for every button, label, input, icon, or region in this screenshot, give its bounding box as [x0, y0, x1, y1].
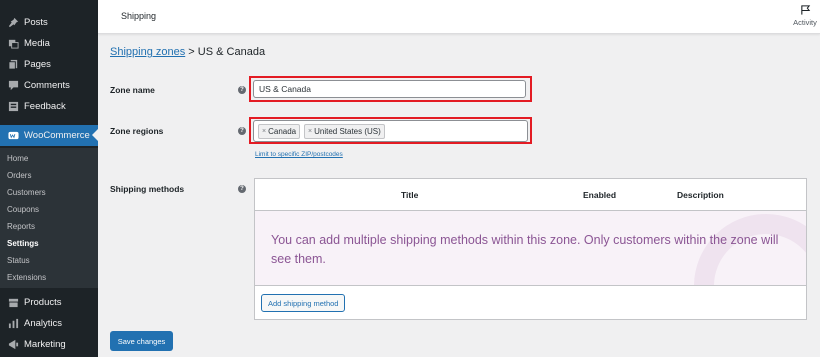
pages-icon: [2, 59, 24, 70]
page-header: Shipping Activity: [98, 0, 820, 34]
empty-state: You can add multiple shipping methods wi…: [255, 211, 806, 286]
sidebar-item-label: Posts: [24, 17, 48, 28]
sidebar-item-label: Feedback: [24, 101, 66, 112]
sidebar-item-feedback[interactable]: Feedback: [0, 96, 98, 117]
add-shipping-method-button[interactable]: Add shipping method: [261, 294, 346, 312]
sidebar-item-label: Comments: [24, 80, 70, 91]
sidebar-item-pages[interactable]: Pages: [0, 54, 98, 75]
page-title: Shipping: [121, 11, 157, 21]
region-chip-label: Canada: [268, 127, 297, 136]
media-icon: [2, 38, 24, 49]
breadcrumb-shipping-zones-link[interactable]: Shipping zones: [110, 46, 185, 58]
submenu-item-settings[interactable]: Settings: [7, 239, 39, 248]
activity-label: Activity: [793, 18, 817, 27]
column-title: Title: [401, 190, 419, 200]
sidebar-item-media[interactable]: Media: [0, 33, 98, 54]
sidebar-item-label: Media: [24, 38, 50, 49]
zone-regions-select[interactable]: × Canada × United States (US): [253, 120, 528, 142]
sidebar-item-label: Products: [24, 297, 62, 308]
submenu-item-coupons[interactable]: Coupons: [7, 205, 39, 214]
empty-state-message: You can add multiple shipping methods wi…: [271, 233, 779, 266]
breadcrumb: Shipping zones > US & Canada: [110, 46, 265, 58]
marketing-icon: [2, 339, 24, 350]
activity-button[interactable]: Activity: [790, 4, 820, 27]
sidebar-item-woocommerce[interactable]: WooCommerce: [0, 125, 98, 146]
zone-name-label: Zone name: [110, 85, 155, 95]
sidebar-item-posts[interactable]: Posts: [0, 12, 98, 33]
limit-zip-postcodes-link[interactable]: Limit to specific ZIP/postcodes: [255, 151, 343, 158]
sidebar-item-comments[interactable]: Comments: [0, 75, 98, 96]
submenu-item-extensions[interactable]: Extensions: [7, 273, 46, 282]
submenu-item-home[interactable]: Home: [7, 154, 28, 163]
table-header: Title Enabled Description: [255, 179, 806, 211]
breadcrumb-separator: >: [188, 46, 195, 58]
breadcrumb-current: US & Canada: [197, 46, 266, 58]
analytics-icon: [2, 318, 24, 329]
flag-icon: [800, 5, 810, 15]
remove-icon[interactable]: ×: [262, 128, 266, 135]
woocommerce-submenu: Home Orders Customers Coupons Reports Se…: [0, 148, 98, 288]
sidebar-item-label: Pages: [24, 59, 51, 70]
zone-name-input[interactable]: [253, 80, 526, 98]
admin-sidebar: Posts Media Pages Comments Feedback WooC…: [0, 0, 98, 357]
sidebar-item-analytics[interactable]: Analytics: [0, 313, 98, 334]
region-chip-canada[interactable]: × Canada: [258, 124, 301, 139]
feedback-icon: [2, 101, 24, 112]
current-menu-arrow: [92, 129, 98, 141]
column-enabled: Enabled: [583, 190, 617, 200]
help-icon[interactable]: ?: [238, 86, 246, 94]
comments-icon: [2, 80, 24, 91]
shipping-methods-label: Shipping methods: [110, 184, 185, 194]
submenu-item-customers[interactable]: Customers: [7, 188, 46, 197]
region-chip-label: United States (US): [314, 127, 381, 136]
submenu-item-reports[interactable]: Reports: [7, 222, 35, 231]
sidebar-item-label: Marketing: [24, 339, 66, 350]
save-changes-button[interactable]: Save changes: [110, 331, 173, 351]
zone-regions-label: Zone regions: [110, 126, 164, 136]
woocommerce-icon: [2, 130, 24, 141]
help-icon[interactable]: ?: [238, 185, 246, 193]
sidebar-item-label: Analytics: [24, 318, 63, 329]
shipping-methods-table: Title Enabled Description You can add mu…: [254, 178, 807, 320]
sidebar-item-label: WooCommerce: [24, 130, 90, 141]
remove-icon[interactable]: ×: [308, 128, 312, 135]
region-chip-united-states[interactable]: × United States (US): [304, 124, 385, 139]
sidebar-item-products[interactable]: Products: [0, 292, 98, 313]
column-description: Description: [677, 190, 724, 200]
help-icon[interactable]: ?: [238, 127, 246, 135]
pin-icon: [2, 17, 24, 28]
submenu-item-orders[interactable]: Orders: [7, 171, 31, 180]
sidebar-item-marketing[interactable]: Marketing: [0, 334, 98, 355]
products-icon: [2, 297, 24, 308]
submenu-item-status[interactable]: Status: [7, 256, 30, 265]
